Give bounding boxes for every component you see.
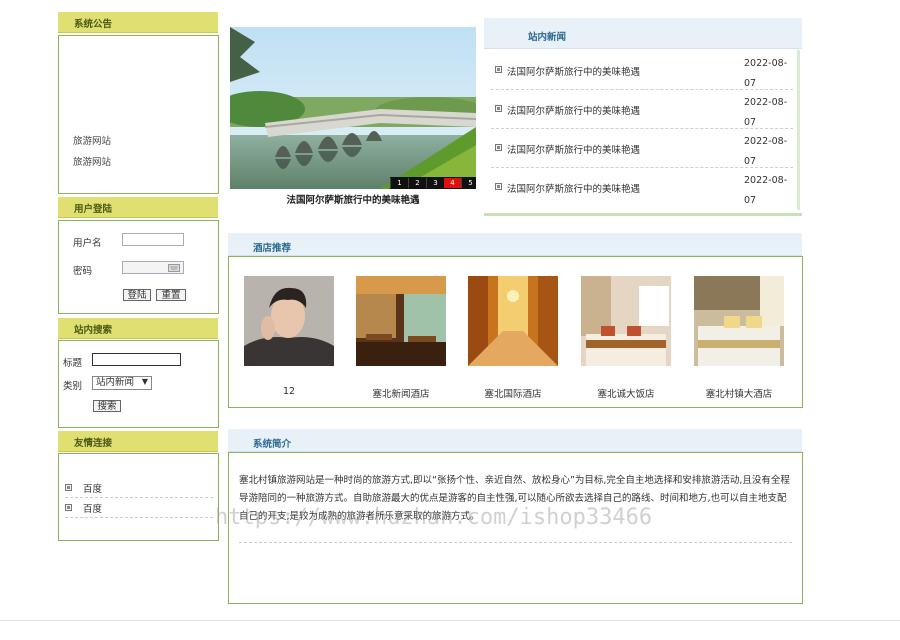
pager-button[interactable]: 5 bbox=[461, 178, 476, 188]
hotel-caption[interactable]: 12 bbox=[234, 386, 344, 397]
pager-button[interactable]: 3 bbox=[426, 178, 444, 188]
search-header: 站内搜索 bbox=[58, 318, 218, 339]
hotel-image[interactable] bbox=[468, 276, 558, 366]
link-label: 百度 bbox=[83, 484, 103, 495]
category-select-value: 站内新闻 bbox=[96, 377, 135, 388]
search-submit-button[interactable]: 搜索 bbox=[93, 400, 121, 412]
news-item[interactable]: 法国阿尔萨斯旅行中的美味艳遇 2022-08- 07 bbox=[491, 50, 793, 90]
portrait-photo bbox=[244, 276, 334, 366]
lobby-photo bbox=[468, 276, 558, 366]
banner-slideshow[interactable]: 1 2 3 4 5 bbox=[230, 27, 476, 189]
announcement-panel: 旅游网站 旅游网站 bbox=[58, 35, 219, 194]
bullet-icon bbox=[495, 66, 502, 73]
banner-pager: 1 2 3 4 5 bbox=[390, 178, 476, 188]
bullet-icon bbox=[495, 144, 502, 151]
banner-caption[interactable]: 法国阿尔萨斯旅行中的美味艳遇 bbox=[230, 192, 476, 206]
login-panel: 用户名 密码 登陆 重置 bbox=[58, 220, 219, 314]
links-title: 友情连接 bbox=[74, 438, 113, 449]
announcement-header: 系统公告 bbox=[58, 12, 218, 33]
news-item[interactable]: 法国阿尔萨斯旅行中的美味艳遇 2022-08- 07 bbox=[491, 128, 793, 168]
news-item-title: 法国阿尔萨斯旅行中的美味艳遇 bbox=[507, 184, 641, 195]
intro-divider bbox=[239, 542, 792, 543]
intro-title: 系统简介 bbox=[253, 439, 292, 450]
restaurant-photo bbox=[356, 276, 446, 366]
links-header: 友情连接 bbox=[58, 431, 218, 452]
news-item-title: 法国阿尔萨斯旅行中的美味艳遇 bbox=[507, 106, 641, 117]
footer-divider bbox=[0, 620, 900, 621]
bullet-icon bbox=[65, 504, 72, 511]
search-title: 站内搜索 bbox=[74, 325, 113, 336]
hotel-caption[interactable]: 塞北新闻酒店 bbox=[346, 386, 456, 400]
news-item-date: 2022-08- 07 bbox=[744, 136, 788, 167]
category-select[interactable]: 站内新闻 ▼ bbox=[92, 376, 152, 390]
username-label: 用户名 bbox=[73, 238, 102, 249]
news-scrollbar[interactable] bbox=[797, 50, 800, 210]
links-panel: 百度 百度 bbox=[58, 453, 219, 541]
chevron-down-icon: ▼ bbox=[141, 377, 148, 386]
link-item[interactable]: 百度 bbox=[65, 478, 213, 498]
pager-button[interactable]: 2 bbox=[408, 178, 426, 188]
bullet-icon bbox=[65, 484, 72, 491]
news-header: 站内新闻 bbox=[484, 18, 802, 49]
hotels-title: 酒店推荐 bbox=[253, 243, 292, 254]
hotel-image[interactable] bbox=[694, 276, 784, 366]
hotel-caption[interactable]: 塞北国际酒店 bbox=[458, 386, 568, 400]
announcement-item[interactable]: 旅游网站 bbox=[73, 154, 111, 168]
announcement-item[interactable]: 旅游网站 bbox=[73, 133, 111, 147]
pager-button[interactable]: 1 bbox=[390, 178, 408, 188]
search-title-label: 标题 bbox=[63, 358, 83, 369]
intro-panel: 塞北村镇旅游网站是一种时尚的旅游方式,即以“张扬个性、亲近自然、放松身心”为目标… bbox=[228, 452, 803, 604]
news-item-title: 法国阿尔萨斯旅行中的美味艳遇 bbox=[507, 145, 641, 156]
link-label: 百度 bbox=[83, 504, 103, 515]
bullet-icon bbox=[495, 105, 502, 112]
intro-text: 塞北村镇旅游网站是一种时尚的旅游方式,即以“张扬个性、亲近自然、放松身心”为目标… bbox=[239, 475, 790, 522]
search-panel: 标题 类别 站内新闻 ▼ 搜索 bbox=[58, 340, 219, 428]
hotels-header: 酒店推荐 bbox=[228, 233, 802, 256]
hotel-room-photo bbox=[581, 276, 671, 366]
hotel-caption[interactable]: 塞北诚大饭店 bbox=[571, 386, 681, 400]
hotel-image[interactable] bbox=[581, 276, 671, 366]
reset-button[interactable]: 重置 bbox=[156, 289, 186, 301]
login-title: 用户登陆 bbox=[74, 204, 113, 215]
news-title: 站内新闻 bbox=[528, 32, 567, 43]
banner-image bbox=[230, 27, 476, 189]
announcement-title: 系统公告 bbox=[74, 19, 113, 30]
login-header: 用户登陆 bbox=[58, 197, 218, 218]
pager-button-active[interactable]: 4 bbox=[444, 178, 461, 188]
news-item-date: 2022-08- 07 bbox=[744, 58, 788, 89]
username-input[interactable] bbox=[122, 233, 184, 246]
hotel-image[interactable] bbox=[356, 276, 446, 366]
link-item[interactable]: 百度 bbox=[65, 498, 213, 518]
news-item-title: 法国阿尔萨斯旅行中的美味艳遇 bbox=[507, 67, 641, 78]
login-button[interactable]: 登陆 bbox=[123, 289, 151, 301]
hotel-image[interactable] bbox=[244, 276, 334, 366]
hotel-caption[interactable]: 塞北村镇大酒店 bbox=[684, 386, 794, 400]
search-title-input[interactable] bbox=[92, 353, 181, 366]
news-item[interactable]: 法国阿尔萨斯旅行中的美味艳遇 2022-08- 07 bbox=[491, 89, 793, 129]
news-item-date: 2022-08- 07 bbox=[744, 97, 788, 128]
bullet-icon bbox=[495, 183, 502, 190]
keyboard-icon bbox=[168, 264, 180, 272]
search-category-label: 类别 bbox=[63, 381, 83, 392]
hotel-suite-photo bbox=[694, 276, 784, 366]
news-item-date: 2022-08- 07 bbox=[744, 175, 788, 206]
intro-header: 系统简介 bbox=[228, 429, 802, 452]
password-input[interactable] bbox=[122, 261, 184, 274]
news-item[interactable]: 法国阿尔萨斯旅行中的美味艳遇 2022-08- 07 bbox=[491, 167, 793, 206]
password-label: 密码 bbox=[73, 266, 93, 277]
